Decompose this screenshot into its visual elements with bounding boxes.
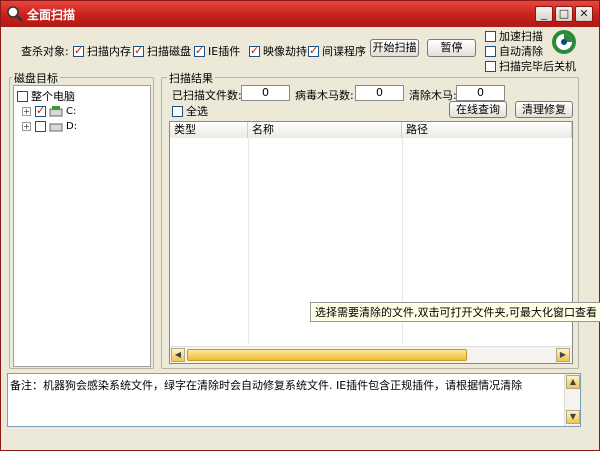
checkbox[interactable] [485,30,496,42]
checkbox[interactable] [35,121,46,132]
option-ie-plugin[interactable]: IE插件 [194,43,240,59]
drive-label: D: [66,121,78,132]
column-header-type[interactable]: 类型 [170,122,248,138]
window-title: 全面扫描 [27,8,76,22]
checkbox[interactable] [485,45,496,57]
checkbox[interactable] [485,60,496,72]
scan-results-title: 扫描结果 [167,70,215,86]
virus-count-label: 病毒木马数: [295,89,354,102]
option-speed-scan[interactable]: 加速扫描 [485,28,543,44]
checkbox[interactable] [308,44,319,57]
checkbox[interactable] [35,104,46,117]
checkbox[interactable] [172,105,183,117]
pause-button[interactable]: 暂停 [427,39,476,57]
expand-icon[interactable]: + [22,122,31,131]
title-bar[interactable]: 全面扫描 _ □ ✕ [1,1,599,27]
option-image-hijack[interactable]: 映像劫持 [249,43,307,59]
column-header-name[interactable]: 名称 [248,122,402,138]
option-label: 整个电脑 [31,90,75,103]
column-divider [248,138,249,344]
close-button[interactable]: ✕ [575,6,593,22]
scroll-up-icon[interactable]: ▲ [566,375,580,389]
scanned-files-value: 0 [241,85,290,101]
option-shutdown-after[interactable]: 扫描完毕后关机 [485,58,576,74]
start-scan-button[interactable]: 开始扫描 [370,39,419,57]
tree-node-d[interactable]: + D: [22,121,77,132]
option-label: 全选 [186,105,208,118]
option-label: 自动清除 [499,45,543,58]
drive-icon [49,106,63,117]
checkbox[interactable] [17,90,28,102]
disk-tree: 整个电脑 + C: + D: [13,85,151,367]
option-label: 扫描内存 [87,45,131,58]
option-label: 间谍程序 [322,45,366,58]
tree-node-c[interactable]: + C: [22,104,77,117]
drive-label: C: [66,106,77,117]
maximize-button[interactable]: □ [555,6,573,22]
option-label: 加速扫描 [499,30,543,43]
magnifier-icon [7,6,23,22]
clean-repair-button[interactable]: 清理修复 [515,101,573,118]
scroll-right-icon[interactable]: ▶ [556,348,570,362]
horizontal-scrollbar[interactable]: ◀ ▶ [170,346,572,363]
hint-tooltip: 选择需要清除的文件,双击可打开文件夹,可最大化窗口查看 [310,302,600,322]
checkbox[interactable] [194,44,205,57]
scan-window: 全面扫描 _ □ ✕ 查杀对象: 扫描内存 扫描磁盘 IE插件 映像劫持 间谍程… [0,0,600,451]
online-query-button[interactable]: 在线查询 [449,101,507,118]
scanned-files-label: 已扫描文件数: [172,89,242,102]
note-area[interactable]: 备注：机器狗会感染系统文件，绿字在清除时会自动修复系统文件. IE插件包含正规插… [7,373,581,427]
virus-count-value: 0 [355,85,404,101]
option-label: IE插件 [208,45,241,58]
scroll-thumb[interactable] [187,349,467,361]
option-whole-pc[interactable]: 整个电脑 [17,88,75,104]
checkbox[interactable] [133,44,144,57]
scroll-left-icon[interactable]: ◀ [171,348,185,362]
app-logo-icon [552,30,576,54]
scan-target-label: 查杀对象: [21,45,69,58]
disk-target-title: 磁盘目标 [12,70,60,86]
scroll-down-icon[interactable]: ▼ [566,410,580,424]
option-auto-clear[interactable]: 自动清除 [485,43,543,59]
option-spy-program[interactable]: 间谍程序 [308,43,366,59]
note-text: 备注：机器狗会感染系统文件，绿字在清除时会自动修复系统文件. IE插件包含正规插… [10,379,523,392]
vertical-scrollbar[interactable]: ▲ ▼ [564,374,580,426]
option-label: 扫描磁盘 [147,45,191,58]
minimize-button[interactable]: _ [535,6,553,22]
column-header-path[interactable]: 路径 [402,122,572,138]
select-all-checkbox[interactable]: 全选 [172,103,208,119]
expand-icon[interactable]: + [22,107,31,116]
option-scan-memory[interactable]: 扫描内存 [73,43,131,59]
results-table[interactable]: 类型 名称 路径 选择需要清除的文件,双击可打开文件夹,可最大化窗口查看 ◀ ▶ [169,121,600,364]
drive-icon [49,123,63,132]
option-label: 映像劫持 [263,45,307,58]
option-label: 扫描完毕后关机 [499,60,576,73]
cleared-count-value: 0 [456,85,505,101]
checkbox[interactable] [249,44,260,57]
option-scan-disk[interactable]: 扫描磁盘 [133,43,191,59]
checkbox[interactable] [73,44,84,57]
